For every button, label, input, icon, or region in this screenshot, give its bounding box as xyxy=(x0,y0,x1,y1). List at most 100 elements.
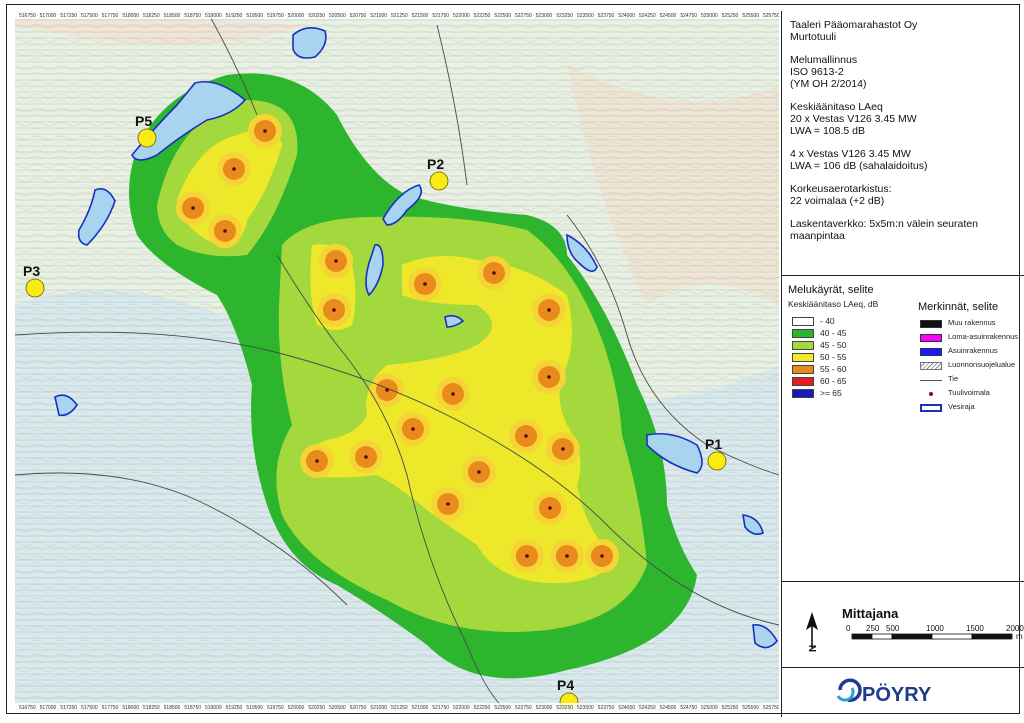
axis-tick-label: 518750 xyxy=(184,13,201,19)
legend-label: 60 - 65 xyxy=(820,376,847,386)
axis-tick-label: 518000 xyxy=(122,13,139,19)
axis-tick-label: 517000 xyxy=(40,705,57,711)
observation-point-label: P1 xyxy=(705,436,722,452)
axis-tick-label: 523000 xyxy=(536,705,553,711)
height-block: Korkeusaerotarkistus: 22 voimalaa (+2 dB… xyxy=(790,183,978,207)
axis-tick-label: 524750 xyxy=(680,705,697,711)
axis-tick-label: 518500 xyxy=(164,13,181,19)
axis-tick-label: 524250 xyxy=(639,13,656,19)
observation-point-marker[interactable] xyxy=(707,451,727,471)
wind-turbine-icon[interactable] xyxy=(547,308,551,312)
poyry-logo-icon xyxy=(836,678,862,702)
axis-tick-label: 519500 xyxy=(246,13,263,19)
scale-segment xyxy=(891,633,933,640)
scale-segment xyxy=(851,633,873,640)
scale-segment xyxy=(871,633,893,640)
method-line: ISO 9613-2 xyxy=(790,66,844,78)
axis-tick-label: 523000 xyxy=(536,13,553,19)
scale-tick-label: 1000 xyxy=(926,624,944,633)
legend-swatch xyxy=(792,377,814,386)
legend-label: 55 - 60 xyxy=(820,364,847,374)
logo-wordmark: PÖYRY xyxy=(862,683,932,706)
wind-turbine-icon[interactable] xyxy=(385,388,389,392)
axis-tick-label: 520500 xyxy=(329,13,346,19)
axis-tick-label: 525250 xyxy=(722,13,739,19)
turbine-line: LWA = 108.5 dB xyxy=(790,125,866,137)
scale-segment xyxy=(971,633,1013,640)
axis-tick-label: 525000 xyxy=(701,13,718,19)
wind-turbine-icon[interactable] xyxy=(561,447,565,451)
axis-tick-label: 522500 xyxy=(494,705,511,711)
wind-turbine-icon[interactable] xyxy=(315,459,319,463)
axis-ticks-top: 516750 517000 517250 517500 517750 518000 5182… xyxy=(19,13,779,19)
axis-tick-label: 520750 xyxy=(350,705,367,711)
wind-turbine-dot-icon xyxy=(929,392,933,396)
axis-tick-label: 521750 xyxy=(432,705,449,711)
method-line: Melumallinnus xyxy=(790,54,858,66)
axis-tick-label: 521250 xyxy=(391,13,408,19)
scale-title: Mittajana xyxy=(842,606,899,621)
wind-turbine-icon[interactable] xyxy=(451,392,455,396)
observation-point-marker[interactable] xyxy=(25,278,45,298)
scale-tick-label: 0 xyxy=(846,624,851,633)
wind-turbine-icon[interactable] xyxy=(232,167,236,171)
axis-tick-label: 519250 xyxy=(226,705,243,711)
axis-tick-label: 519250 xyxy=(226,13,243,19)
wind-turbine-icon[interactable] xyxy=(525,554,529,558)
wind-turbine-icon[interactable] xyxy=(423,282,427,286)
noise-map[interactable]: P5 P2 P3 P1 P4 516750 517000 517250 517500 51775… xyxy=(15,11,779,711)
axis-tick-label: 516750 xyxy=(19,13,36,19)
wind-turbine-icon[interactable] xyxy=(492,271,496,275)
wind-turbine-icon[interactable] xyxy=(191,206,195,210)
axis-tick-label: 521250 xyxy=(391,705,408,711)
company-logo: PÖYRY xyxy=(836,678,932,706)
north-arrow-icon xyxy=(806,612,818,648)
axis-tick-label: 522250 xyxy=(474,705,491,711)
wind-turbine-icon[interactable] xyxy=(223,229,227,233)
axis-tick-label: 516750 xyxy=(19,705,36,711)
axis-tick-label: 525750 xyxy=(763,13,779,19)
wind-turbine-icon[interactable] xyxy=(332,308,336,312)
axis-tick-label: 518500 xyxy=(164,705,181,711)
axis-tick-label: 519750 xyxy=(267,13,284,19)
wind-turbine-icon[interactable] xyxy=(364,455,368,459)
axis-ticks-bottom: 516750 517000 517250 517500 517750 518000 5182… xyxy=(19,705,779,711)
wind-turbine-icon[interactable] xyxy=(446,502,450,506)
wind-turbine-icon[interactable] xyxy=(548,506,552,510)
axis-tick-label: 523500 xyxy=(577,705,594,711)
marks-legend-label: Tuulivoimala xyxy=(948,388,990,397)
wind-turbine-icon[interactable] xyxy=(547,375,551,379)
axis-tick-label: 517750 xyxy=(102,13,119,19)
legend-swatch xyxy=(792,365,814,374)
axis-tick-label: 523750 xyxy=(598,705,615,711)
turbine-line: 4 x Vestas V126 3.45 MW xyxy=(790,148,911,160)
height-line: 22 voimalaa (+2 dB) xyxy=(790,195,885,207)
axis-tick-label: 522750 xyxy=(515,13,532,19)
axis-tick-label: 520250 xyxy=(308,13,325,19)
grid-line: maanpintaa xyxy=(790,230,845,242)
axis-tick-label: 519000 xyxy=(205,13,222,19)
wind-turbine-icon[interactable] xyxy=(600,554,604,558)
axis-tick-label: 519500 xyxy=(246,705,263,711)
wind-turbine-icon[interactable] xyxy=(477,470,481,474)
wind-turbine-icon[interactable] xyxy=(411,427,415,431)
observation-point-marker[interactable] xyxy=(137,128,157,148)
axis-tick-label: 525500 xyxy=(742,13,759,19)
axis-tick-label: 525500 xyxy=(742,705,759,711)
axis-tick-label: 523750 xyxy=(598,13,615,19)
wind-turbine-icon[interactable] xyxy=(334,259,338,263)
axis-tick-label: 520250 xyxy=(308,705,325,711)
observation-point-marker[interactable] xyxy=(429,171,449,191)
marks-legend-label: Muu rakennus xyxy=(948,318,996,327)
wind-turbine-icon[interactable] xyxy=(565,554,569,558)
wind-turbine-icon[interactable] xyxy=(524,434,528,438)
grid-block: Laskentaverkko: 5x5m:n välein seuraten m… xyxy=(790,218,978,242)
turbine-line: 20 x Vestas V126 3.45 MW xyxy=(790,113,917,125)
legend-label: 40 - 45 xyxy=(820,328,847,338)
axis-tick-label: 521000 xyxy=(370,13,387,19)
axis-tick-label: 524250 xyxy=(639,705,656,711)
axis-tick-label: 520750 xyxy=(350,13,367,19)
wind-turbine-icon[interactable] xyxy=(263,129,267,133)
axis-tick-label: 517750 xyxy=(102,705,119,711)
legend-swatch xyxy=(792,389,814,398)
